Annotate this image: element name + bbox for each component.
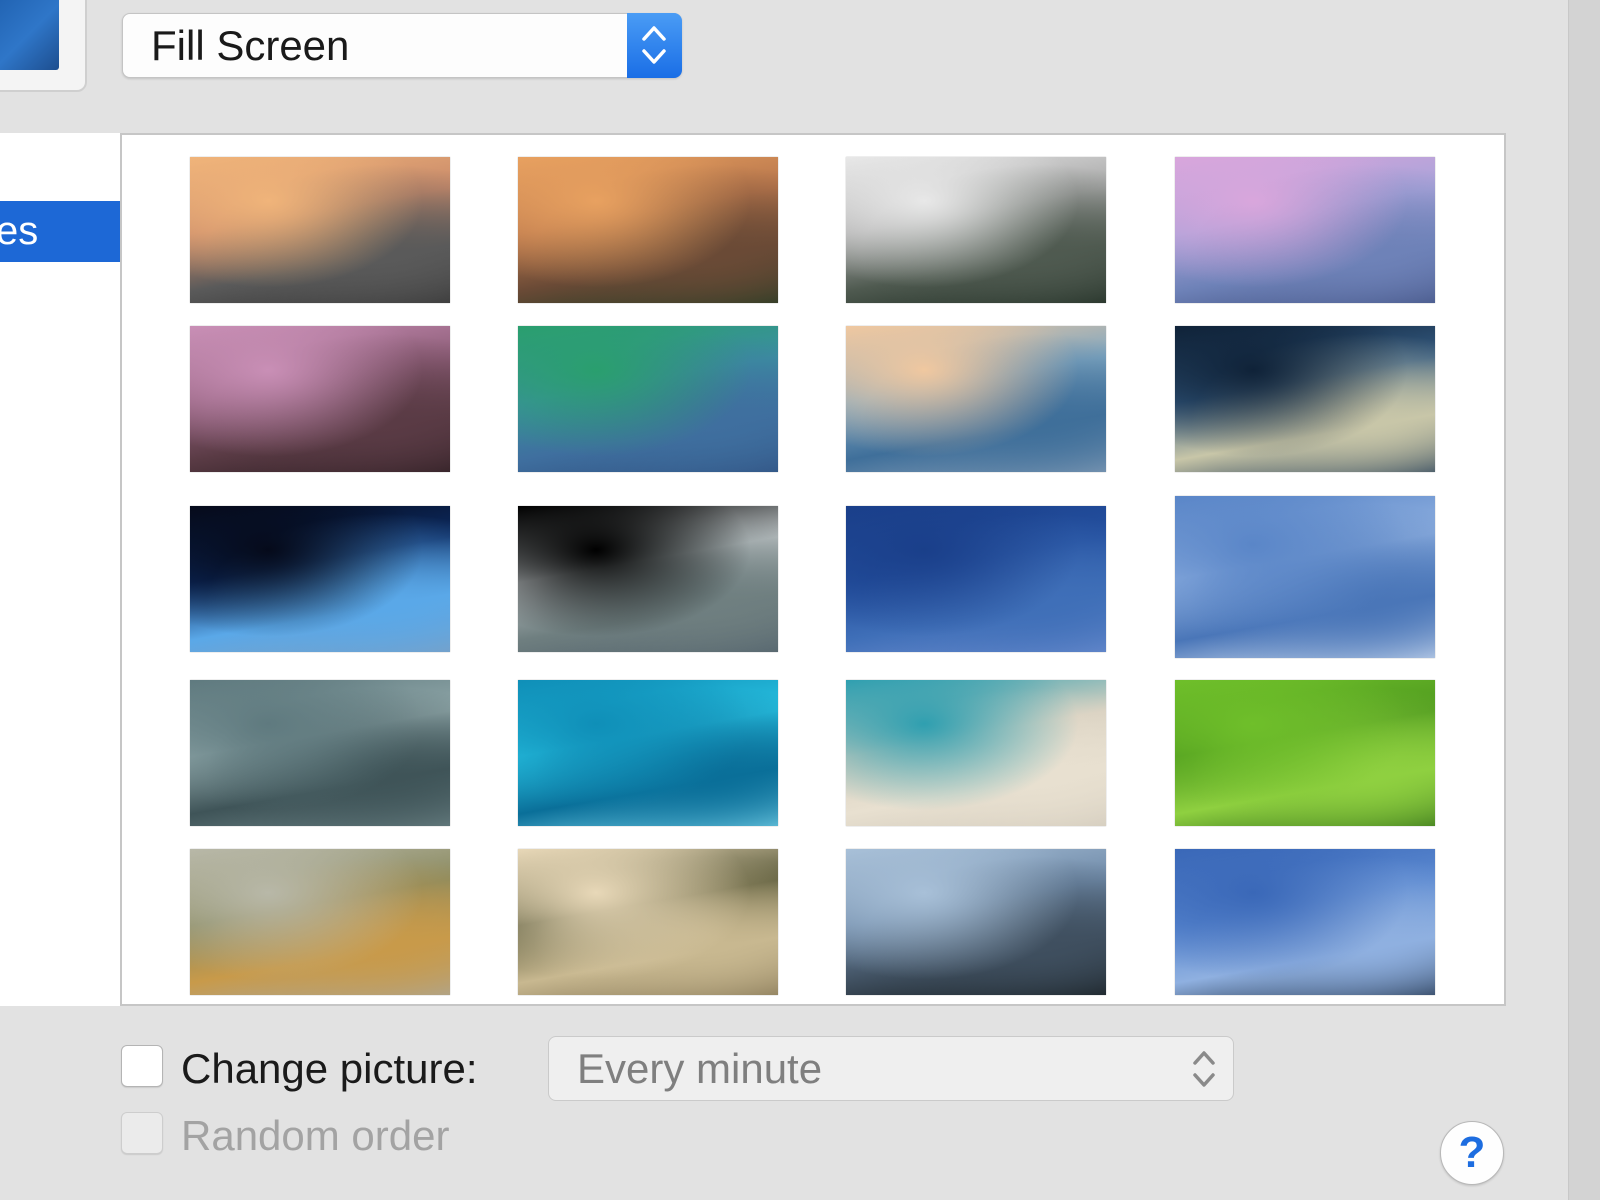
help-icon: ? bbox=[1458, 1128, 1486, 1177]
wallpaper-thumbnail-mavericks-wave-green[interactable] bbox=[518, 326, 778, 472]
wallpaper-thumbnail-moon-clouds-blue[interactable] bbox=[1175, 496, 1435, 658]
sidebar-item-label: es bbox=[0, 209, 39, 253]
desktop-preview bbox=[0, 0, 87, 92]
wallpaper-thumbnail-foggy-forest-rays[interactable] bbox=[518, 849, 778, 995]
wallpaper-thumbnail-half-dome-purple-dusk[interactable] bbox=[1175, 157, 1435, 303]
wallpaper-thumbnail-earth-clouds-orbit[interactable] bbox=[518, 506, 778, 652]
wallpaper-thumbnail-autumn-fog-hills[interactable] bbox=[190, 849, 450, 995]
change-interval-value: Every minute bbox=[577, 1045, 823, 1092]
wallpaper-thumbnail-green-rice-fields[interactable] bbox=[1175, 680, 1435, 826]
wallpaper-thumbnail-tenaya-lake-rocks[interactable] bbox=[190, 326, 450, 472]
wallpaper-thumbnail-wave-sunset[interactable] bbox=[846, 326, 1106, 472]
window-edge bbox=[1568, 0, 1600, 1200]
wallpaper-thumbnail-el-capitan-sunset[interactable] bbox=[518, 157, 778, 303]
wallpaper-thumbnail-yosemite-half-dome-sunset[interactable] bbox=[190, 157, 450, 303]
wallpaper-thumbnail-milky-way-blue[interactable] bbox=[846, 506, 1106, 652]
wallpaper-thumbnail-storm-clouds[interactable] bbox=[190, 680, 450, 826]
scaling-popup-value: Fill Screen bbox=[151, 22, 350, 69]
change-picture-checkbox[interactable] bbox=[121, 1045, 163, 1087]
help-button[interactable]: ? bbox=[1440, 1121, 1504, 1185]
sidebar-item-desktop-pictures[interactable]: es bbox=[0, 201, 120, 262]
change-interval-popup[interactable]: Every minute bbox=[548, 1036, 1234, 1101]
wallpaper-thumbnail-beach-shore[interactable] bbox=[846, 680, 1106, 826]
wallpaper-thumbnail-blue-mountain-haze[interactable] bbox=[846, 849, 1106, 995]
random-order-label: Random order bbox=[181, 1112, 450, 1159]
wallpaper-grid bbox=[122, 133, 1506, 1006]
scaling-popup[interactable]: Fill Screen bbox=[122, 13, 682, 78]
wallpaper-thumbnail-earth-moon-horizon[interactable] bbox=[190, 506, 450, 652]
source-sidebar: es bbox=[0, 133, 122, 1006]
wallpaper-thumbnail-bahamas-aerial[interactable] bbox=[518, 680, 778, 826]
popup-arrows-icon bbox=[1193, 1051, 1215, 1087]
current-wallpaper-thumbnail bbox=[0, 0, 59, 70]
wallpaper-thumbnail-blue-sky-horizon[interactable] bbox=[1175, 849, 1435, 995]
change-picture-label: Change picture: bbox=[181, 1045, 478, 1092]
wallpaper-thumbnail-yosemite-snow-valley[interactable] bbox=[846, 157, 1106, 303]
wallpaper-thumbnail-andromeda-galaxy[interactable] bbox=[1175, 326, 1435, 472]
popup-arrows-icon bbox=[627, 13, 682, 78]
random-order-checkbox[interactable] bbox=[121, 1112, 163, 1154]
